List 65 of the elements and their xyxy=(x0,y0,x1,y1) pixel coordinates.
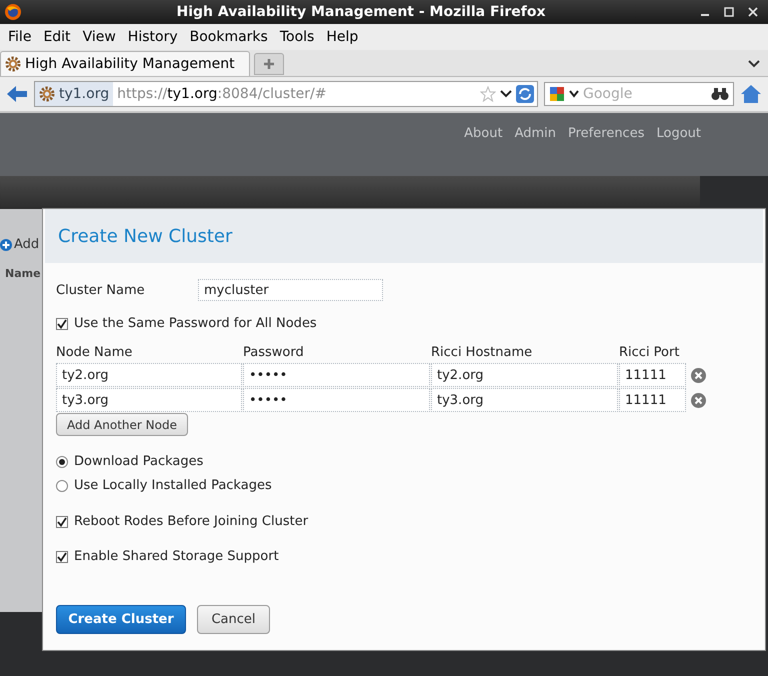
site-identity[interactable]: ty1.org xyxy=(35,82,114,106)
input-field[interactable]: mycluster xyxy=(198,279,383,301)
nav-link[interactable]: About xyxy=(464,126,503,141)
star-icon[interactable] xyxy=(480,86,496,102)
cancel-button[interactable]: Cancel xyxy=(197,605,270,634)
nav-link[interactable]: Admin xyxy=(514,126,556,141)
checkbox-label[interactable]: Reboot Rodes Before Joining Cluster xyxy=(74,514,308,529)
remove-icon[interactable] xyxy=(691,368,706,382)
google-logo-icon xyxy=(549,86,565,102)
radio-label[interactable]: Use Locally Installed Packages xyxy=(74,478,272,493)
add-node-button[interactable]: Add Another Node xyxy=(56,413,188,436)
input-field[interactable]: ••••• xyxy=(243,388,430,412)
remove-icon[interactable] xyxy=(691,392,706,408)
input-field[interactable]: ty2.org xyxy=(56,363,242,387)
menu-item[interactable]: File xyxy=(2,29,38,45)
input-field[interactable]: ty3.org xyxy=(431,388,618,412)
dialog-title: Create New Cluster xyxy=(58,226,232,246)
radio-button[interactable] xyxy=(56,456,68,468)
firefox-logo-icon xyxy=(4,3,22,21)
field-label: Cluster Name xyxy=(56,282,146,298)
radio-label[interactable]: Download Packages xyxy=(74,454,204,469)
nav-link[interactable]: Logout xyxy=(656,126,701,141)
radio-button[interactable] xyxy=(56,480,68,492)
gear-icon xyxy=(39,86,55,102)
menu-item[interactable]: Bookmarks xyxy=(184,29,274,45)
add-button[interactable]: Add xyxy=(0,237,40,252)
input-field[interactable]: ty3.org xyxy=(56,388,242,412)
menu-item[interactable]: Edit xyxy=(37,29,77,45)
column-header: Password xyxy=(243,345,305,362)
menu-item[interactable]: View xyxy=(76,29,122,45)
plus-circle-icon xyxy=(0,238,12,250)
browser-tab[interactable]: High Availability Management xyxy=(0,51,250,76)
nav-link[interactable]: Preferences xyxy=(568,126,644,141)
checkbox[interactable] xyxy=(56,318,68,330)
chevron-down-icon[interactable] xyxy=(569,90,579,98)
home-icon[interactable] xyxy=(740,84,762,104)
plus-icon xyxy=(263,58,275,70)
menu-item[interactable]: History xyxy=(122,29,184,45)
checkbox[interactable] xyxy=(56,550,68,562)
input-field[interactable]: 11111 xyxy=(619,363,686,387)
chevron-down-icon[interactable] xyxy=(748,59,760,69)
binoculars-icon[interactable] xyxy=(711,87,729,101)
new-tab-button[interactable] xyxy=(254,53,284,75)
checkbox-label[interactable]: Enable Shared Storage Support xyxy=(74,549,279,564)
back-arrow-icon[interactable] xyxy=(6,85,28,103)
column-header: Name xyxy=(5,267,41,280)
chevron-down-icon[interactable] xyxy=(500,89,512,99)
input-field[interactable]: 11111 xyxy=(619,388,686,412)
url-text: https://ty1.org:8084/cluster/# xyxy=(116,86,328,102)
input-field[interactable]: ••••• xyxy=(243,363,430,387)
close-icon[interactable] xyxy=(748,7,758,17)
reload-icon[interactable] xyxy=(516,85,534,103)
checkbox-label[interactable]: Use the Same Password for All Nodes xyxy=(74,316,317,331)
window-title: High Availability Management - Mozilla Firefox xyxy=(176,4,546,20)
maximize-icon[interactable] xyxy=(724,7,734,17)
column-header: Node Name xyxy=(56,345,134,362)
input-field[interactable]: ty2.org xyxy=(431,363,618,387)
menu-item[interactable]: Help xyxy=(320,29,364,45)
address-bar[interactable]: ty1.org https://ty1.org:8084/cluster/# xyxy=(34,81,538,107)
create-button[interactable]: Create Cluster xyxy=(56,605,186,634)
checkbox[interactable] xyxy=(56,516,68,528)
gear-icon xyxy=(5,56,21,72)
column-header: Ricci Hostname xyxy=(431,345,534,362)
column-header: Ricci Port xyxy=(619,345,680,362)
menu-item[interactable]: Tools xyxy=(274,29,320,45)
